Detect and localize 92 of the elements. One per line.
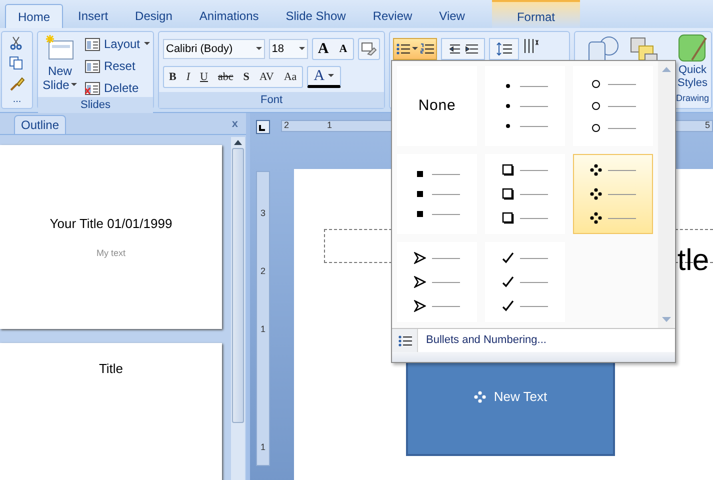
grow-font-button[interactable]: A [313,39,334,59]
arrow-bullet-icon [414,252,426,264]
bullet-style-option[interactable] [485,154,565,234]
layout-icon [84,82,100,94]
bullets-and-numbering-menu-item[interactable]: Bullets and Numbering... [392,328,675,352]
ribbon-tab[interactable]: Design [123,4,184,28]
slide-title: Title [98,360,124,378]
ribbon-tab[interactable]: Slide Show [274,4,358,28]
bullet-list-icon [398,334,412,346]
text-format-button[interactable]: Aa [278,67,302,87]
numbered-list-icon [420,43,434,55]
clear-formatting-button[interactable] [358,38,380,60]
outline-tab[interactable]: Outline [14,115,66,134]
diamond-bullet-icon [590,164,602,176]
ribbon-tab[interactable]: Home [5,4,64,28]
diamond-bullet-icon [474,391,486,403]
diamond-bullet-icon [590,212,602,224]
indent-buttons[interactable] [441,38,485,60]
scroll-up-icon [662,67,670,72]
font-size-field[interactable]: 18 [268,39,308,59]
quick-styles-button[interactable]: Quick Styles [678,34,708,90]
bullet-style-option[interactable]: None [397,66,477,146]
font-name-field[interactable]: Calibri (Body) [163,39,265,59]
paintbrush-icon [678,34,708,64]
circle-bullet-icon [590,101,602,111]
slide-command-button[interactable]: Delete [84,79,150,97]
check-bullet-icon [502,276,514,288]
slide-command-button[interactable]: Reset [84,57,150,75]
check-bullet-icon [502,252,514,264]
ribbon-tab[interactable]: Insert [66,4,120,28]
layout-icon [84,38,100,50]
group-label: ... [12,93,22,107]
caret-icon [144,42,150,46]
bullet-style-option[interactable] [397,242,477,322]
group-label: Font [159,92,384,108]
shrink-font-button[interactable]: A [333,39,354,59]
arrow-bullet-icon [414,276,426,288]
check-bullet-icon [502,300,514,312]
scroll-down-icon [662,317,670,322]
scroll-up-icon [234,140,242,145]
text-format-button[interactable]: S [238,67,254,87]
slide-thumbnail[interactable]: Your Title 01/01/1999 My text [0,145,222,329]
bullet-list-icon [396,43,410,55]
font-color-button[interactable]: A [306,66,341,88]
new-slide-button[interactable]: New Slide [41,35,79,97]
layout-icon [84,60,100,72]
text-direction-icon [523,38,541,56]
slide-icon [44,35,75,61]
tab-stop-selector[interactable] [256,120,270,134]
line-spacing-icon [496,42,512,56]
ribbon-tab[interactable]: View [427,4,477,28]
scrollbar[interactable] [231,137,245,480]
caret-icon [299,47,306,51]
slide-thumbnail[interactable]: Title [0,343,222,480]
scissors-icon [9,36,23,50]
slide-command-button[interactable]: Layout [84,35,150,53]
resize-grip[interactable] [392,352,675,362]
square-bullet-icon [414,210,426,218]
scrollbar[interactable] [658,61,674,328]
group-label: Drawing [676,92,710,105]
slide-subtitle: My text [96,247,126,260]
box-bullet-icon [502,164,514,176]
caret-icon [412,47,418,51]
text-format-button[interactable]: abc [212,67,238,87]
scroll-thumb[interactable] [232,148,244,423]
diamond-bullet-icon [590,188,602,200]
arrow-bullet-icon [414,300,426,312]
eraser-icon [361,42,378,56]
caret-icon [256,47,262,51]
line-spacing-button[interactable] [489,38,519,60]
ribbon-tab[interactable]: Format [492,0,580,28]
group-label: Slides [38,97,153,113]
ribbon-tab[interactable]: Animations [187,4,271,28]
bullets-button[interactable] [393,38,437,60]
box-bullet-icon [502,188,514,200]
copy-icon [9,56,23,70]
square-bullet-icon [414,170,426,178]
text-format-button[interactable]: U [195,67,213,87]
circle-bullet-icon [590,79,602,89]
caret-icon [71,83,78,87]
ribbon-tab[interactable]: Review [360,4,424,28]
text-format-button[interactable]: AV [254,67,279,87]
caret-icon [328,74,334,78]
square-bullet-icon [414,190,426,198]
text-format-button[interactable]: I [181,67,196,87]
text-format-button[interactable]: B [164,67,182,87]
slide-title: Your Title 01/01/1999 [50,214,172,232]
paintbrush-icon [9,76,25,92]
box-text: New Text [494,388,548,406]
vertical-ruler: 3 2 1 1 [256,171,270,466]
circle-bullet-icon [590,123,602,133]
box-bullet-icon [502,212,514,224]
